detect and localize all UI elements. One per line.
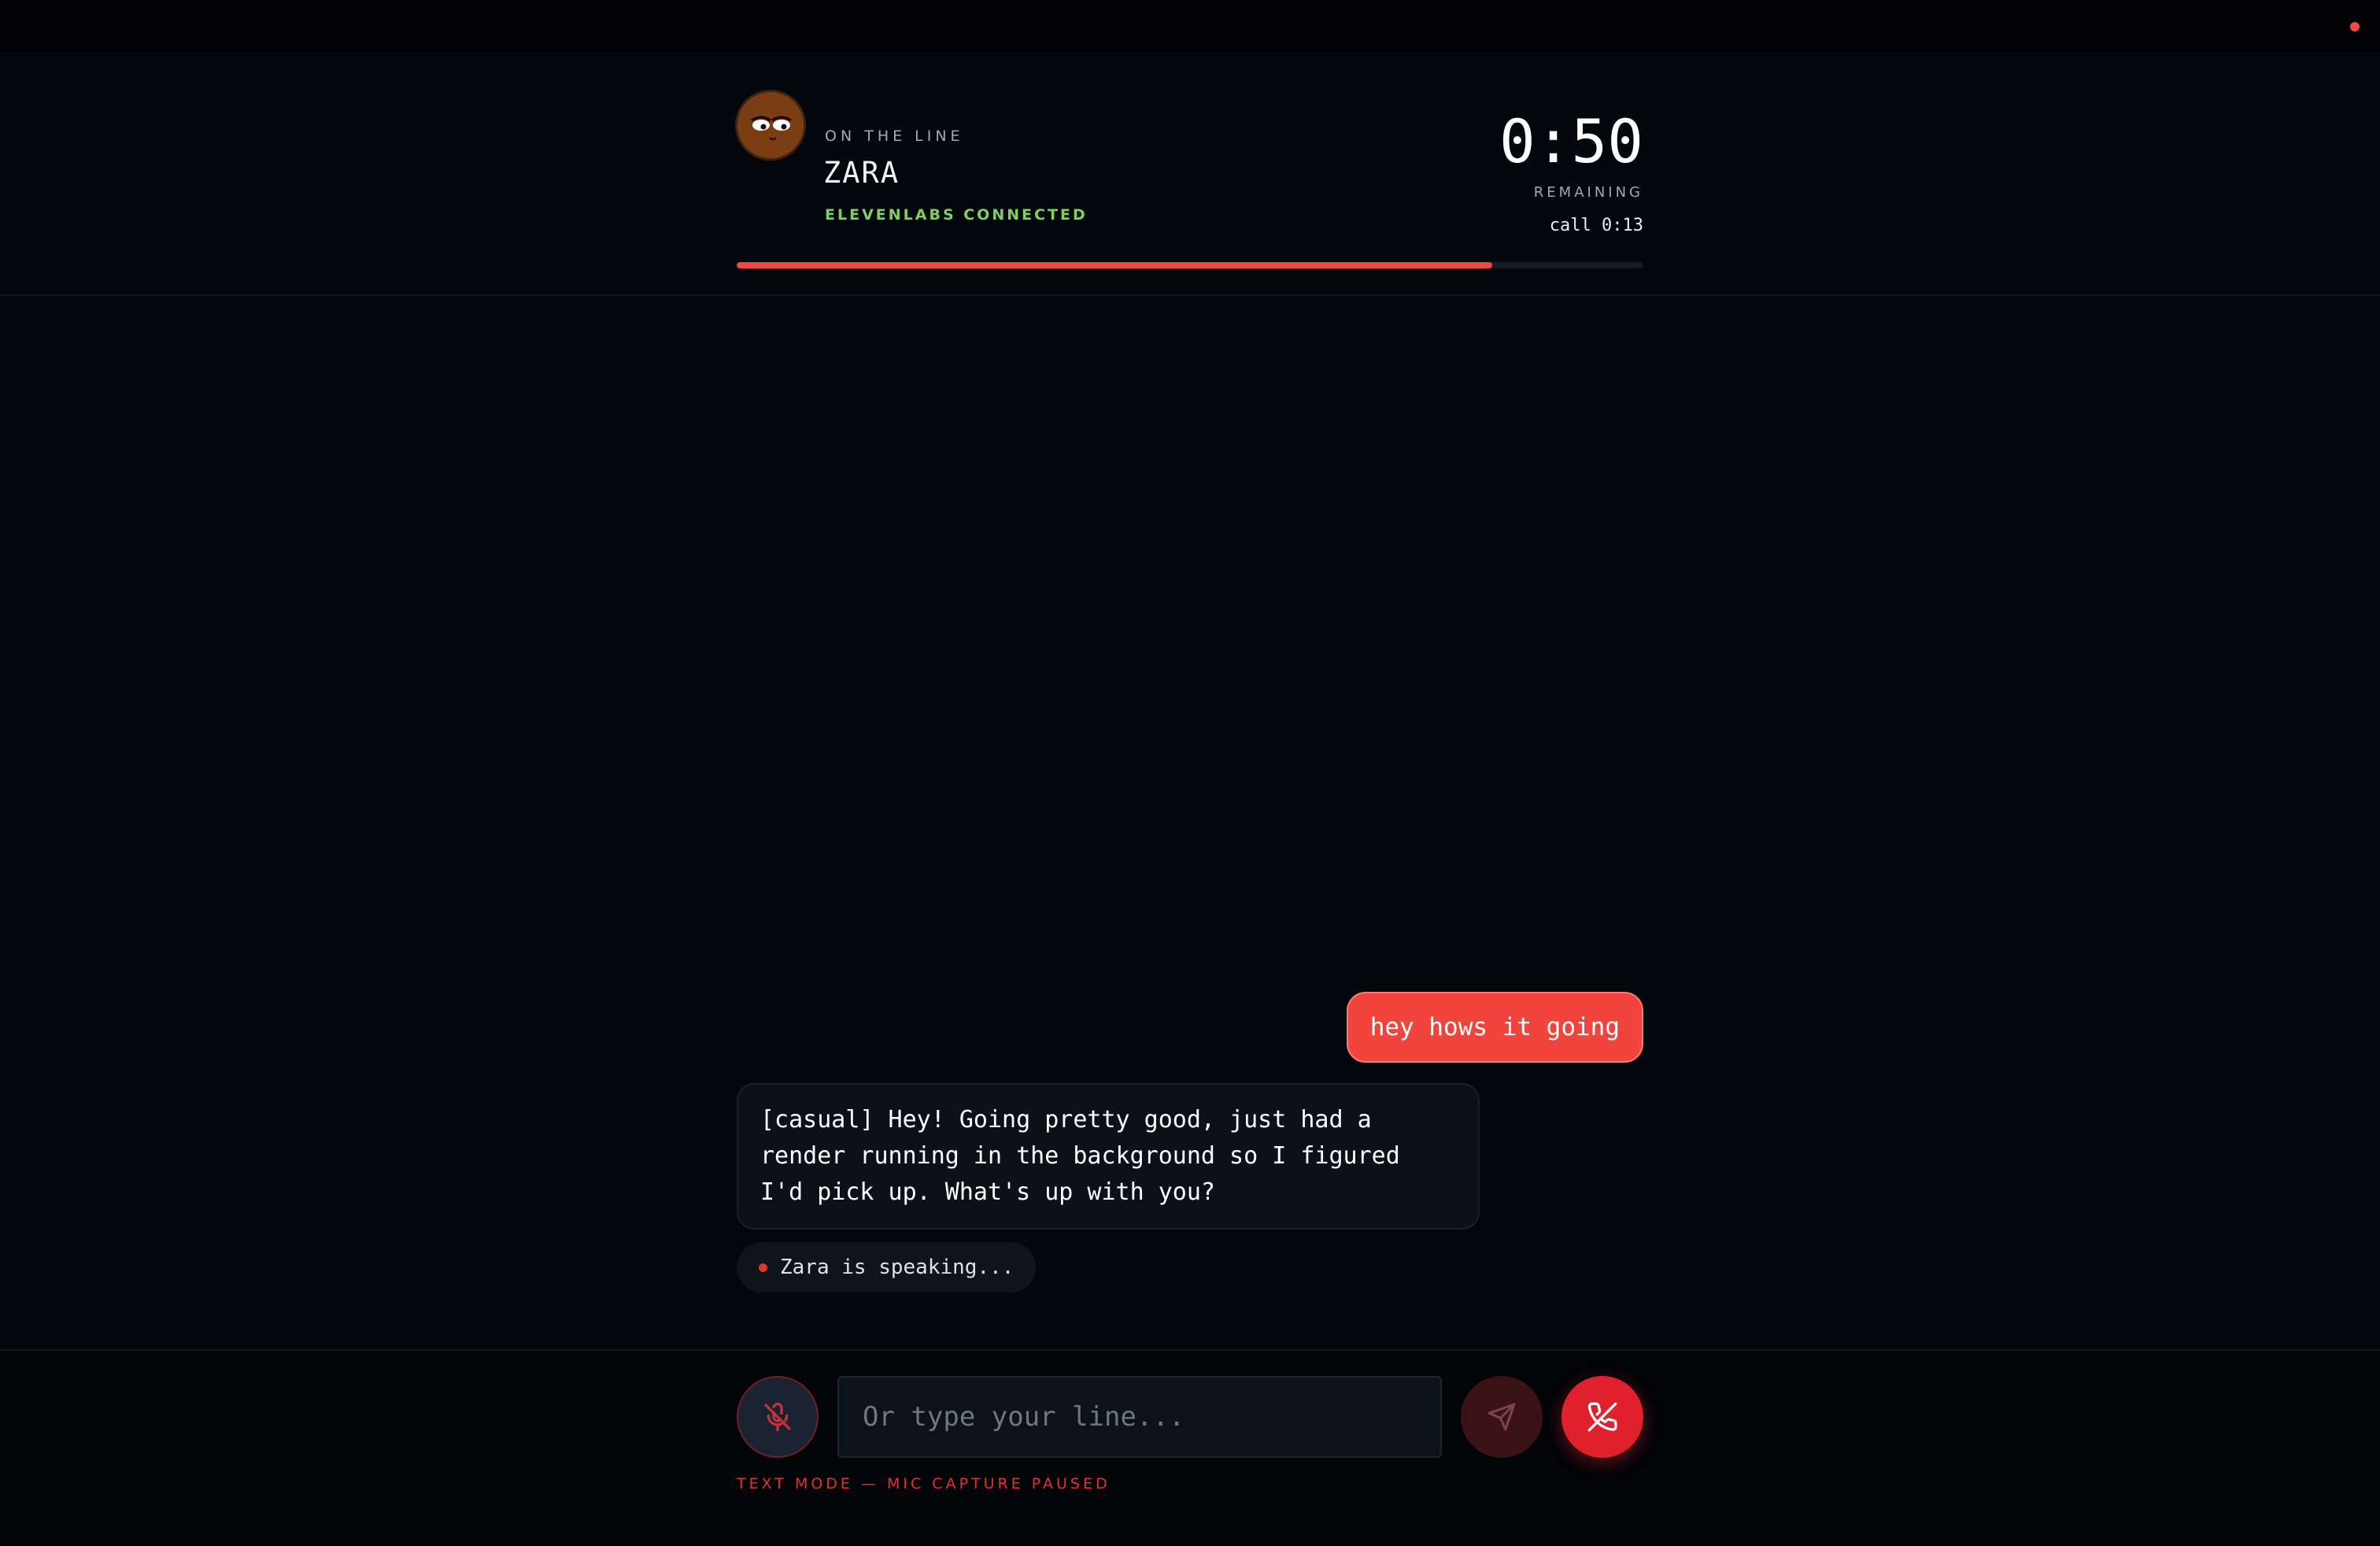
call-duration: call 0:13	[1549, 216, 1643, 235]
remaining-timer: 0:50	[1499, 106, 1643, 176]
phone-hangup-icon	[1587, 1402, 1617, 1432]
connection-status: ELEVENLABS CONNECTED	[825, 206, 1088, 224]
speaking-indicator: Zara is speaking...	[737, 1242, 1036, 1293]
call-header	[0, 52, 2380, 296]
end-call-button[interactable]	[1561, 1376, 1643, 1458]
mic-toggle-button[interactable]	[737, 1376, 819, 1458]
agent-message-bubble: [casual] Hey! Going pretty good, just ha…	[737, 1083, 1480, 1230]
speaking-label: Zara is speaking...	[780, 1256, 1014, 1279]
line-input[interactable]	[837, 1376, 1442, 1458]
on-the-line-caption: ON THE LINE	[825, 128, 964, 145]
time-progress-fill	[737, 262, 1492, 268]
contact-avatar	[735, 90, 806, 161]
remaining-caption: REMAINING	[1533, 184, 1643, 201]
send-button[interactable]	[1461, 1376, 1543, 1458]
top-bar	[0, 0, 2380, 52]
speaking-dot	[759, 1263, 767, 1272]
mode-caption: TEXT MODE — MIC CAPTURE PAUSED	[737, 1475, 1111, 1492]
recording-indicator-dot	[2350, 22, 2360, 31]
user-message-bubble: hey hows it going	[1346, 992, 1643, 1063]
mic-off-icon	[764, 1402, 791, 1432]
contact-name: ZARA	[823, 156, 900, 190]
send-icon	[1488, 1403, 1516, 1431]
time-progress-bar	[737, 262, 1643, 268]
